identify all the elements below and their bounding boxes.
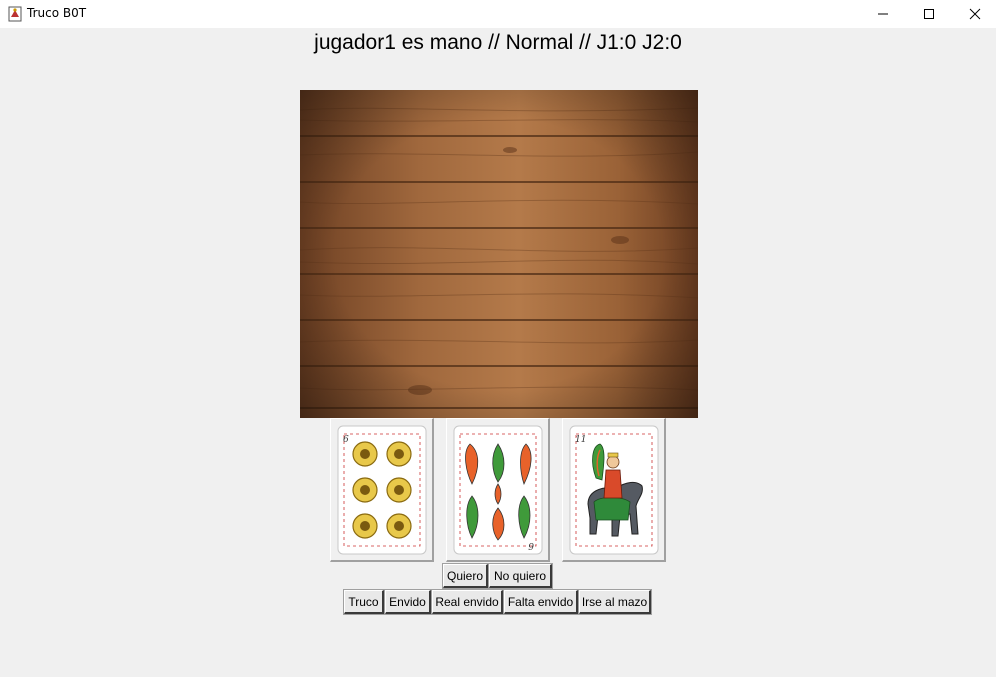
hand-card-3[interactable]: 11 <box>562 418 666 562</box>
card-rank-label: 9 <box>528 543 534 553</box>
minimize-icon <box>878 13 888 15</box>
maximize-button[interactable] <box>906 0 952 28</box>
falta-envido-button[interactable]: Falta envido <box>503 589 579 615</box>
truco-button[interactable]: Truco <box>343 589 385 615</box>
hand-card-2[interactable]: 9 <box>446 418 550 562</box>
quiero-button[interactable]: Quiero <box>442 563 489 589</box>
minimize-button[interactable] <box>860 0 906 28</box>
hand-card-1[interactable]: 6 <box>330 418 434 562</box>
close-icon <box>969 8 981 20</box>
game-status-label: jugador1 es mano // Normal // J1:0 J2:0 <box>314 31 682 54</box>
wood-table <box>300 90 698 418</box>
window-titlebar: Truco B0T <box>0 0 996 28</box>
maximize-icon <box>924 9 934 19</box>
real-envido-button[interactable]: Real envido <box>431 589 504 615</box>
card-rank-label: 6 <box>343 435 349 445</box>
no-quiero-button[interactable]: No quiero <box>488 563 553 589</box>
window-title: Truco B0T <box>27 6 87 20</box>
app-icon <box>8 6 22 22</box>
envido-button[interactable]: Envido <box>384 589 432 615</box>
close-button[interactable] <box>952 0 996 28</box>
card-rank-label: 11 <box>575 435 586 445</box>
irse-al-mazo-button[interactable]: Irse al mazo <box>578 589 652 615</box>
